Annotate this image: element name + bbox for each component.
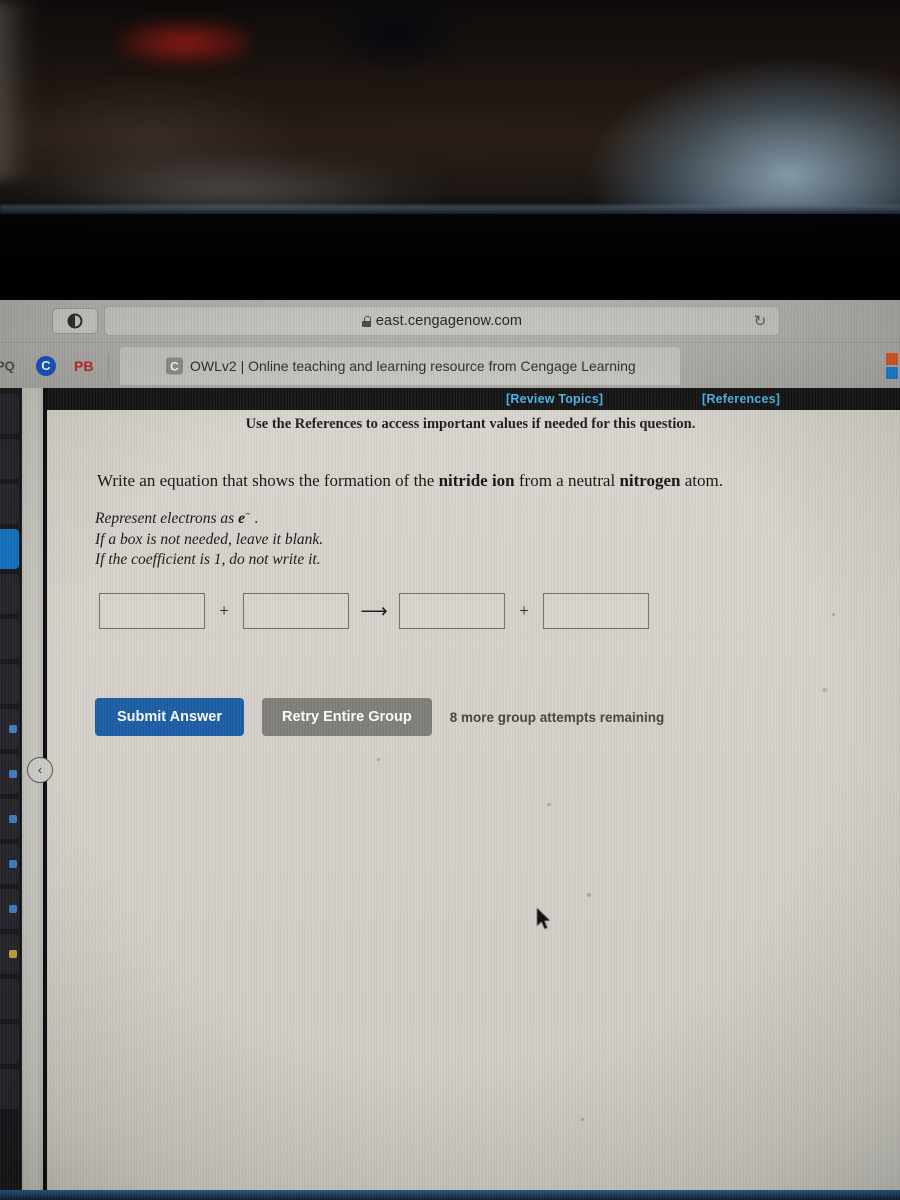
- tab-glyph-icon: [9, 950, 17, 958]
- instruction-line-2: If a box is not needed, leave it blank.: [95, 530, 324, 548]
- electron-symbol: e−: [238, 510, 251, 527]
- vertical-tab[interactable]: [0, 934, 19, 974]
- question-bold-nitrogen: nitrogen: [619, 471, 681, 490]
- review-topics-link[interactable]: [Review Topics]: [506, 392, 603, 406]
- vertical-tab[interactable]: [0, 799, 19, 839]
- monitor-bottom-edge: [0, 1190, 900, 1200]
- reaction-arrow-icon: ⟶: [360, 600, 388, 622]
- equation-answer-row: + ⟶ +: [99, 593, 649, 629]
- tab-glyph-icon: [9, 770, 17, 778]
- browser-chrome: east.cengagenow.com ↻ PQ C PB C OWLv2 | …: [0, 300, 900, 388]
- browser-toolbar: east.cengagenow.com ↻: [0, 300, 900, 342]
- screen-speck: [581, 1118, 584, 1121]
- tab-glyph-icon: [9, 725, 17, 733]
- vertical-tab[interactable]: [0, 979, 19, 1019]
- tab-glyph-icon: [9, 815, 17, 823]
- question-prefix: Write an equation that shows the formati…: [97, 471, 439, 490]
- action-button-row: Submit Answer Retry Entire Group 8 more …: [95, 698, 664, 736]
- reader-view-icon: [67, 313, 83, 329]
- question-prompt: Write an equation that shows the formati…: [97, 470, 857, 493]
- plus-operator-1: +: [219, 601, 229, 620]
- blue-square-icon: [886, 367, 898, 379]
- instruction-line-3: If the coefficient is 1, do not write it…: [95, 551, 321, 569]
- screen-speck: [832, 613, 835, 616]
- answer-box-reactant-2[interactable]: [243, 593, 349, 629]
- screen-speck: [587, 893, 591, 897]
- attempts-remaining-text: 8 more group attempts remaining: [449, 709, 665, 725]
- references-link[interactable]: [References]: [702, 392, 780, 406]
- vertical-tab[interactable]: [0, 439, 19, 479]
- question-suffix: atom.: [680, 471, 724, 490]
- bookmark-pq[interactable]: PQ: [0, 358, 15, 373]
- tab-glyph-icon: [9, 905, 17, 913]
- plus-operator-2: +: [519, 601, 529, 620]
- chrome-right-edge-icons: [886, 353, 898, 379]
- electron-letter: e: [238, 510, 245, 528]
- address-bar[interactable]: east.cengagenow.com ↻: [104, 306, 780, 336]
- question-bold-nitride-ion: nitride ion: [438, 471, 515, 490]
- orange-square-icon: [886, 353, 898, 365]
- answer-box-product-1[interactable]: [399, 593, 505, 629]
- vertical-tab[interactable]: [0, 709, 19, 749]
- favorites-divider: [108, 353, 109, 379]
- reader-view-button[interactable]: [52, 308, 98, 334]
- web-page-content: [Review Topics] [References] Use the Ref…: [47, 388, 900, 1200]
- lock-icon: [361, 315, 371, 327]
- answer-box-reactant-1[interactable]: [99, 593, 205, 629]
- sidebar-gutter: [22, 388, 43, 1200]
- answer-instructions: Represent electrons as e− . If a box is …: [95, 509, 615, 571]
- vertical-tab[interactable]: [0, 1069, 19, 1109]
- mouse-cursor: [537, 908, 550, 929]
- reload-icon[interactable]: ↻: [749, 310, 771, 332]
- room-photo-background: [0, 0, 900, 310]
- vertical-tab[interactable]: [0, 394, 19, 434]
- dark-object-blur: [330, 0, 460, 70]
- page-topbar: [Review Topics] [References]: [47, 388, 900, 410]
- monitor-bezel-black: [0, 214, 900, 310]
- cengage-favicon: C: [166, 357, 183, 375]
- screen-speck: [822, 688, 827, 692]
- vertical-tab[interactable]: [0, 484, 19, 524]
- vertical-tab[interactable]: [0, 574, 19, 614]
- answer-box-product-2[interactable]: [543, 593, 649, 629]
- browser-tab-title: OWLv2 | Online teaching and learning res…: [190, 358, 636, 374]
- instruction-line-1: Represent electrons as e− .: [95, 509, 615, 530]
- red-object-blur: [120, 22, 250, 64]
- instruction-line-1-suffix: .: [250, 510, 259, 528]
- vertical-tab-active[interactable]: [0, 529, 19, 569]
- vertical-tab[interactable]: [0, 844, 19, 884]
- vertical-tab[interactable]: [0, 664, 19, 704]
- bookmark-c[interactable]: C: [36, 355, 56, 376]
- use-references-note: Use the References to access important v…: [245, 416, 696, 432]
- vertical-tab[interactable]: [0, 619, 19, 659]
- tab-glyph-icon: [9, 860, 17, 868]
- browser-tab-owlv2[interactable]: C OWLv2 | Online teaching and learning r…: [120, 347, 680, 385]
- vertical-tab[interactable]: [0, 889, 19, 929]
- screen-speck: [377, 758, 380, 761]
- sidebar-collapse-chevron-left-icon[interactable]: ‹: [27, 757, 53, 783]
- screen-speck: [547, 803, 551, 806]
- vertical-tab[interactable]: [0, 1024, 19, 1064]
- question-middle: from a neutral: [514, 471, 620, 490]
- bookmark-pb[interactable]: PB: [74, 358, 93, 374]
- favorites-bar: PQ C PB C OWLv2 | Online teaching and le…: [0, 342, 900, 388]
- vertical-tab[interactable]: [0, 754, 19, 794]
- instruction-line-1-prefix: Represent electrons as: [95, 510, 239, 528]
- address-bar-url: east.cengagenow.com: [375, 313, 523, 329]
- retry-entire-group-button[interactable]: Retry Entire Group: [262, 698, 432, 736]
- submit-answer-button[interactable]: Submit Answer: [95, 698, 245, 736]
- vertical-tab-sidebar[interactable]: [0, 388, 22, 1200]
